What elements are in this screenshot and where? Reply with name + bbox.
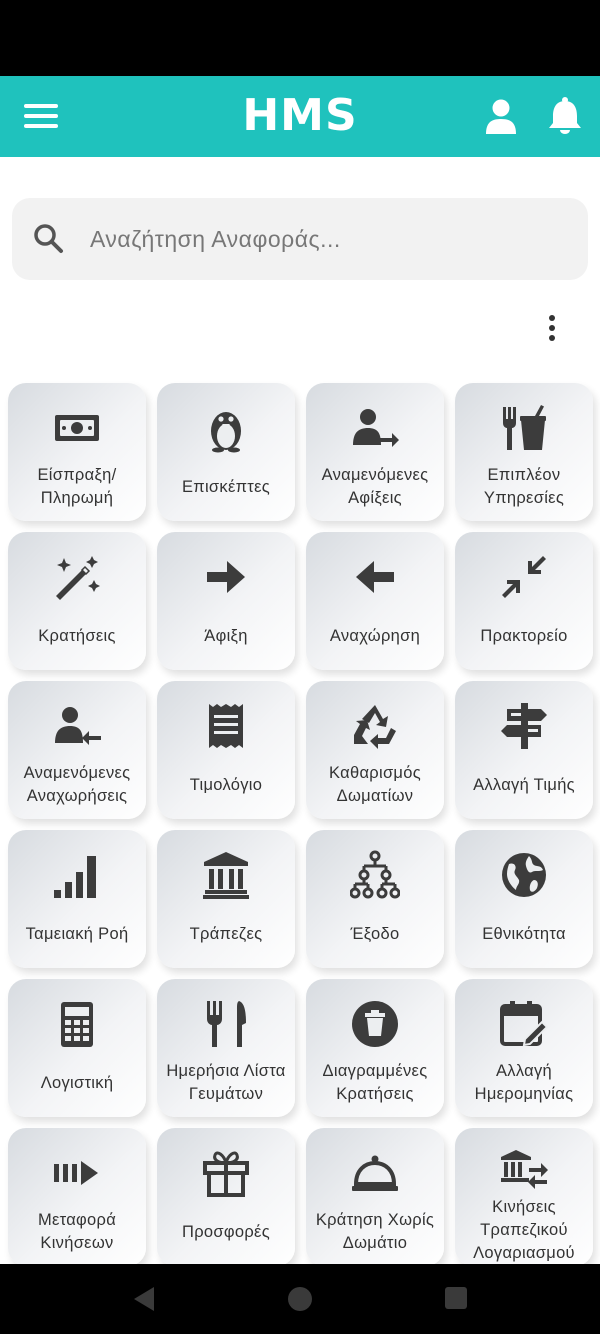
more-options-icon[interactable] <box>538 312 568 344</box>
tile-user-arrow-left[interactable]: Αναμενόμενες Αναχωρήσεις <box>8 681 146 819</box>
system-nav-bar <box>0 1264 600 1334</box>
tile-label: Κινήσεις Τραπεζικού Λογαριασμού <box>473 1197 575 1262</box>
tile-label: Ημερήσια Λίστα Γευμάτων <box>166 1062 286 1103</box>
tile-label: Καθαρισμός Δωματίων <box>329 764 421 805</box>
tile-receipt[interactable]: Τιμολόγιο <box>157 681 295 819</box>
tile-arrow-left[interactable]: Αναχώρηση <box>306 532 444 670</box>
tile-label: Τράπεζες <box>189 924 263 943</box>
status-bar <box>0 0 600 76</box>
tile-label: Προσφορές <box>182 1222 270 1241</box>
signpost-icon <box>499 701 549 751</box>
fork-drink-icon <box>499 403 549 453</box>
transfer-arrow-icon <box>52 1148 102 1198</box>
report-grid: Είσπραξη/ Πληρωμή Επισκέπτες Αναμενόμενες … <box>0 381 600 1264</box>
calculator-icon <box>52 999 102 1049</box>
tile-label: Αναχώρηση <box>329 626 421 645</box>
tile-arrow-right[interactable]: Άφιξη <box>157 532 295 670</box>
tile-label: Κρατήσεις <box>38 626 116 645</box>
tile-label: Αναμενόμενες Αναχωρήσεις <box>23 764 131 805</box>
tile-trash-circle[interactable]: Διαγραμμένες Κρατήσεις <box>306 979 444 1117</box>
tile-label: Αλλαγή Τιμής <box>473 775 575 794</box>
tile-label: Επιπλέον Υπηρεσίες <box>483 466 565 507</box>
tile-bank-transfer[interactable]: Κινήσεις Τραπεζικού Λογαριασμού <box>455 1128 593 1264</box>
user-arrow-right-icon <box>350 403 400 453</box>
receipt-icon <box>201 701 251 751</box>
tile-label: Έξοδο <box>350 924 400 943</box>
cloche-icon <box>350 1148 400 1198</box>
bank-transfer-icon <box>499 1148 549 1198</box>
tile-penguin[interactable]: Επισκέπτες <box>157 383 295 521</box>
bank-icon <box>201 850 251 900</box>
tile-sitemap[interactable]: Έξοδο <box>306 830 444 968</box>
tile-calendar-edit[interactable]: Αλλαγή Ημερομηνίας <box>455 979 593 1117</box>
search-icon <box>32 222 66 256</box>
calendar-edit-icon <box>499 999 549 1049</box>
tile-signpost[interactable]: Αλλαγή Τιμής <box>455 681 593 819</box>
utensils-icon <box>201 999 251 1049</box>
tile-utensils[interactable]: Ημερήσια Λίστα Γευμάτων <box>157 979 295 1117</box>
tile-user-arrow-right[interactable]: Αναμενόμενες Αφίξεις <box>306 383 444 521</box>
tile-label: Είσπραξη/ Πληρωμή <box>37 466 117 507</box>
arrow-left-icon <box>350 552 400 602</box>
globe-icon <box>499 850 549 900</box>
tile-label: Πρακτορείο <box>480 626 568 645</box>
tile-label: Επισκέπτες <box>181 477 271 496</box>
tile-fork-drink[interactable]: Επιπλέον Υπηρεσίες <box>455 383 593 521</box>
user-arrow-left-icon <box>52 701 102 751</box>
gift-icon <box>201 1148 251 1198</box>
tile-bank[interactable]: Τράπεζες <box>157 830 295 968</box>
tile-money[interactable]: Είσπραξη/ Πληρωμή <box>8 383 146 521</box>
tile-label: Εθνικότητα <box>482 924 566 943</box>
tile-globe[interactable]: Εθνικότητα <box>455 830 593 968</box>
app-bar: HMS <box>0 76 600 157</box>
tile-label: Λογιστική <box>40 1073 114 1092</box>
user-icon[interactable] <box>481 96 521 136</box>
tile-signal-bars[interactable]: Ταμειακή Ροή <box>8 830 146 968</box>
tile-label: Κράτηση Χωρίς Δωμάτιο <box>315 1211 435 1252</box>
back-icon[interactable] <box>132 1286 156 1317</box>
recents-icon[interactable] <box>444 1286 468 1315</box>
magic-wand-icon <box>52 552 102 602</box>
tile-cloche[interactable]: Κράτηση Χωρίς Δωμάτιο <box>306 1128 444 1264</box>
compress-icon <box>499 552 549 602</box>
tile-transfer-arrow[interactable]: Μεταφορά Κινήσεων <box>8 1128 146 1264</box>
tile-label: Μεταφορά Κινήσεων <box>37 1211 117 1252</box>
tile-label: Αλλαγή Ημερομηνίας <box>474 1062 574 1103</box>
tile-magic-wand[interactable]: Κρατήσεις <box>8 532 146 670</box>
recycle-icon <box>350 701 400 751</box>
trash-circle-icon <box>350 999 400 1049</box>
tile-label: Ταμειακή Ροή <box>25 924 129 943</box>
money-icon <box>52 403 102 453</box>
tile-gift[interactable]: Προσφορές <box>157 1128 295 1264</box>
home-icon[interactable] <box>287 1286 313 1317</box>
tile-calculator[interactable]: Λογιστική <box>8 979 146 1117</box>
tile-label: Τιμολόγιο <box>189 775 263 794</box>
tile-compress[interactable]: Πρακτορείο <box>455 532 593 670</box>
tile-label: Αναμενόμενες Αφίξεις <box>321 466 429 507</box>
search-input[interactable] <box>90 218 570 260</box>
tile-label: Διαγραμμένες Κρατήσεις <box>322 1062 428 1103</box>
search-bar[interactable] <box>12 198 588 280</box>
tile-recycle[interactable]: Καθαρισμός Δωματίων <box>306 681 444 819</box>
penguin-icon <box>201 403 251 453</box>
bell-icon[interactable] <box>545 96 585 136</box>
tile-label: Άφιξη <box>204 626 248 645</box>
sitemap-icon <box>349 850 401 900</box>
signal-bars-icon <box>52 850 102 900</box>
arrow-right-icon <box>201 552 251 602</box>
